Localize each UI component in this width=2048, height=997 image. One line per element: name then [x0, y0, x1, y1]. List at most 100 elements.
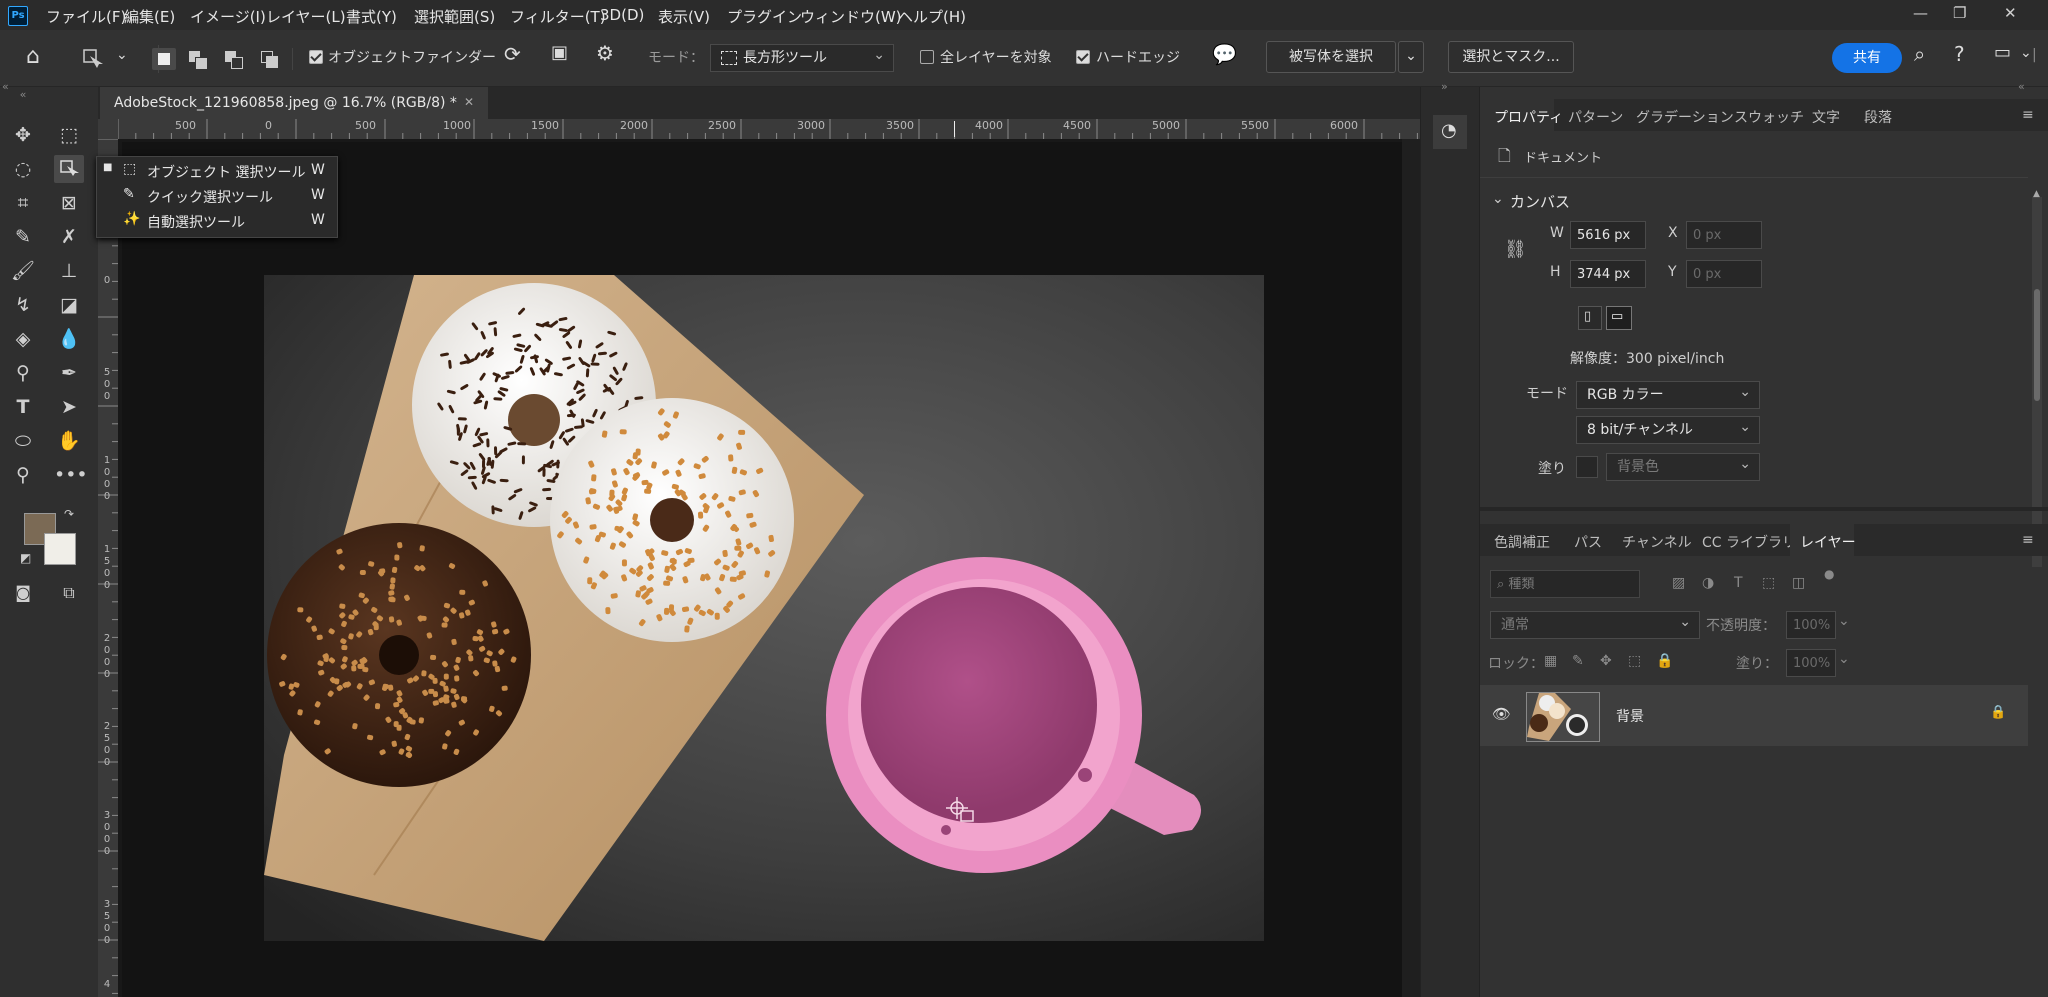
- help-icon[interactable]: ?: [1954, 42, 1965, 66]
- menu-file[interactable]: ファイル(F): [46, 6, 126, 27]
- tab-layers[interactable]: レイヤー: [1800, 532, 1856, 552]
- tab-adjustments[interactable]: 色調補正: [1494, 532, 1550, 552]
- horizontal-ruler[interactable]: 500 0 500 1000 1500 2000 2500 3000 3500 …: [118, 119, 1420, 139]
- close-tab-icon[interactable]: ✕: [464, 95, 474, 109]
- flyout-item-object-select[interactable]: ■ ⬚ オブジェクト 選択ツール W: [97, 159, 337, 183]
- filter-toggle-icon[interactable]: ●: [1824, 567, 1834, 581]
- collapse-right-icon[interactable]: «: [2018, 80, 2025, 93]
- lock-image-icon[interactable]: ✎: [1572, 653, 1584, 669]
- refresh-icon[interactable]: ⟳: [504, 42, 521, 66]
- menu-filter[interactable]: フィルター(T): [510, 6, 606, 27]
- layer-filter-select[interactable]: ⌕ 種類: [1490, 570, 1640, 598]
- more-tools-icon[interactable]: •••: [54, 461, 88, 489]
- tab-cc-libraries[interactable]: CC ライブラリ: [1702, 532, 1796, 552]
- spot-healing-tool-icon[interactable]: ✗: [54, 223, 84, 251]
- menu-type[interactable]: 書式(Y): [346, 6, 397, 27]
- crop-tool-icon[interactable]: ⌗: [8, 189, 38, 217]
- tool-preset-picker[interactable]: ⌄: [70, 45, 159, 73]
- menu-view[interactable]: 表示(V): [658, 6, 710, 27]
- tab-channels[interactable]: チャンネル: [1622, 532, 1692, 552]
- menu-select[interactable]: 選択範囲(S): [414, 6, 495, 27]
- hard-edge-checkbox[interactable]: [1076, 50, 1090, 64]
- zoom-tool-icon[interactable]: ⚲: [8, 461, 38, 489]
- tab-swatches[interactable]: スウォッチ: [1734, 107, 1804, 127]
- object-finder-checkbox[interactable]: [309, 50, 323, 64]
- scrollbar-thumb[interactable]: [2034, 289, 2040, 401]
- ellipse-tool-icon[interactable]: ⬭: [8, 427, 38, 455]
- type-tool-icon[interactable]: T: [8, 393, 38, 421]
- brush-tool-icon[interactable]: 🖌: [8, 257, 38, 285]
- feedback-icon[interactable]: 💬: [1212, 42, 1237, 66]
- tab-paths[interactable]: パス: [1574, 532, 1602, 552]
- menu-plugins[interactable]: プラグイン: [727, 6, 802, 27]
- select-subject-button[interactable]: 被写体を選択: [1266, 41, 1396, 73]
- object-select-tool-icon[interactable]: [54, 155, 84, 183]
- y-field[interactable]: 0 px: [1686, 260, 1762, 288]
- tab-gradients[interactable]: グラデーション: [1636, 107, 1734, 127]
- fill-select[interactable]: 背景色: [1606, 451, 1760, 481]
- width-field[interactable]: 5616 px: [1570, 221, 1646, 249]
- clone-stamp-tool-icon[interactable]: ⊥: [54, 257, 84, 285]
- workspace-chevron-icon[interactable]: ⌄: [2020, 45, 2032, 61]
- bit-depth-select[interactable]: 8 bit/チャンネル: [1576, 414, 1760, 444]
- fill-chevron-icon[interactable]: ⌄: [1838, 651, 1850, 667]
- layers-panel-menu-icon[interactable]: ≡: [2022, 532, 2034, 548]
- link-dimensions-icon[interactable]: ⛓: [1504, 239, 1527, 260]
- frame-tool-icon[interactable]: ⊠: [54, 189, 84, 217]
- pen-tool-icon[interactable]: ✒: [54, 359, 84, 387]
- menu-help[interactable]: ヘルプ(H): [898, 6, 966, 27]
- canvas-collapse-icon[interactable]: ⌄: [1492, 191, 1504, 207]
- photoshop-logo[interactable]: Ps: [8, 6, 28, 26]
- tab-patterns[interactable]: パターン: [1568, 107, 1623, 127]
- layer-name[interactable]: 背景: [1616, 706, 1644, 726]
- document-tab[interactable]: AdobeStock_121960858.jpeg @ 16.7% (RGB/8…: [100, 87, 488, 119]
- vertical-ruler[interactable]: 0 5 0 0 1 0 0 0 1 5 0 0 2 0 0 0 2 5 0 0 …: [98, 139, 118, 997]
- eraser-tool-icon[interactable]: ◪: [54, 291, 84, 319]
- quick-mask-icon[interactable]: ◙: [8, 579, 38, 607]
- ruler-origin[interactable]: [98, 119, 118, 139]
- landscape-orientation-button[interactable]: ▭: [1606, 306, 1632, 330]
- x-field[interactable]: 0 px: [1686, 221, 1762, 249]
- blur-tool-icon[interactable]: 💧: [54, 325, 84, 353]
- panel-collapse-left-icon[interactable]: «: [2, 80, 9, 93]
- intersect-selection-button[interactable]: [258, 48, 293, 70]
- menu-layer[interactable]: レイヤー(L): [266, 6, 346, 27]
- tab-properties[interactable]: プロパティ: [1494, 107, 1563, 127]
- screen-mode-icon[interactable]: ⧉: [54, 579, 84, 607]
- type-filter-icon[interactable]: T: [1734, 575, 1743, 591]
- home-icon[interactable]: ⌂: [26, 44, 40, 69]
- layer-fill-field[interactable]: 100%: [1786, 649, 1836, 677]
- minimize-icon[interactable]: —: [1913, 4, 1928, 22]
- gear-icon[interactable]: ⚙: [596, 41, 614, 65]
- add-to-selection-button[interactable]: [186, 48, 210, 70]
- adjustment-filter-icon[interactable]: ◑: [1702, 575, 1714, 591]
- properties-scrollbar[interactable]: ▲ ▼: [2032, 189, 2042, 567]
- select-subject-dropdown[interactable]: ⌄: [1398, 41, 1424, 73]
- select-and-mask-button[interactable]: 選択とマスク...: [1448, 41, 1574, 73]
- hand-tool-icon[interactable]: ✋: [54, 427, 84, 455]
- overflow-icon[interactable]: |: [2032, 47, 2037, 63]
- expand-panels-icon[interactable]: »: [1441, 80, 1448, 93]
- default-colors-icon[interactable]: ◩: [20, 551, 31, 565]
- scroll-up-icon[interactable]: ▲: [2033, 189, 2040, 199]
- opacity-chevron-icon[interactable]: ⌄: [1838, 613, 1850, 629]
- path-selection-tool-icon[interactable]: ➤: [54, 393, 84, 421]
- lock-transparent-icon[interactable]: ▦: [1544, 653, 1557, 669]
- eyedropper-tool-icon[interactable]: ✎: [8, 223, 38, 251]
- flyout-item-magic-wand[interactable]: ✨ 自動選択ツール W: [97, 209, 337, 233]
- pixel-filter-icon[interactable]: ▨: [1672, 575, 1685, 591]
- blend-mode-select[interactable]: 通常: [1490, 609, 1700, 639]
- color-mode-select[interactable]: RGB カラー: [1576, 379, 1760, 409]
- share-button[interactable]: 共有: [1832, 43, 1902, 73]
- move-tool-icon[interactable]: ✥: [8, 121, 38, 149]
- workspace-icon[interactable]: ▭: [1994, 42, 2011, 63]
- mode-select[interactable]: 長方形ツール: [710, 42, 894, 72]
- opacity-field[interactable]: 100%: [1786, 611, 1836, 639]
- new-selection-button[interactable]: [152, 48, 176, 70]
- marquee-tool-icon[interactable]: ⬚: [54, 121, 84, 149]
- search-icon[interactable]: ⌕: [1914, 42, 1925, 66]
- history-brush-tool-icon[interactable]: ↯: [8, 291, 38, 319]
- all-layers-checkbox[interactable]: [920, 50, 934, 64]
- collapse-icon[interactable]: «: [8, 81, 38, 109]
- lock-all-icon[interactable]: 🔒: [1656, 653, 1673, 669]
